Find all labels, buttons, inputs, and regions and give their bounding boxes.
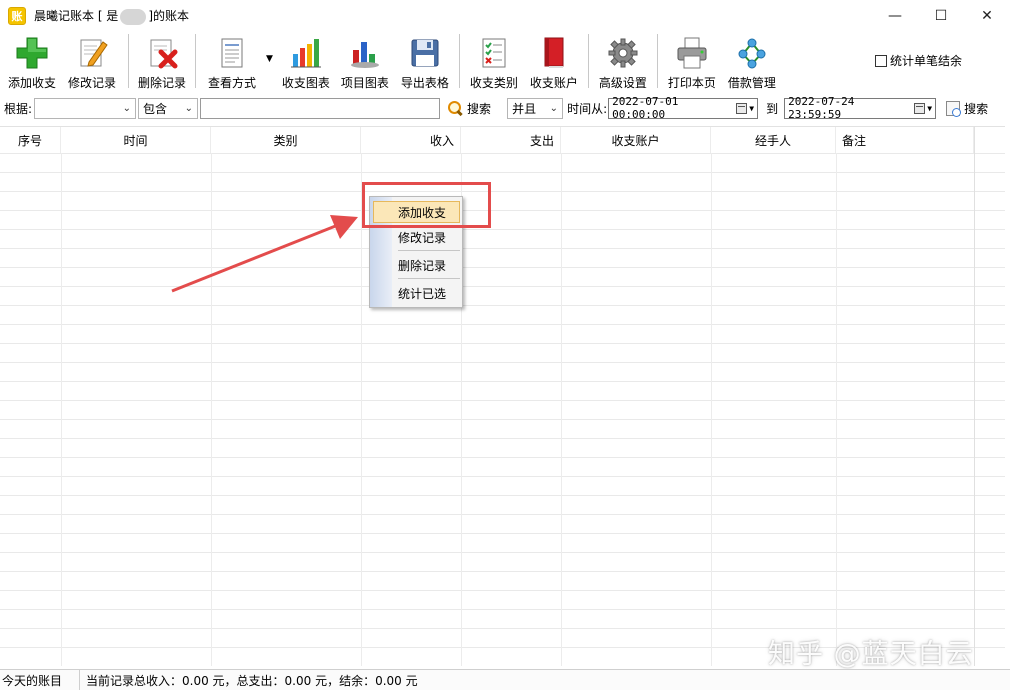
time-to-picker[interactable]: 2022-07-24 23:59:59 ▼ bbox=[784, 95, 937, 121]
category-button[interactable]: 收支类别 bbox=[464, 32, 524, 90]
add-plus-icon bbox=[14, 36, 50, 70]
date-search-button[interactable]: 搜索 bbox=[946, 100, 988, 117]
column-header-income[interactable]: 收入 bbox=[361, 127, 461, 153]
view-mode-button[interactable]: 查看方式 bbox=[200, 32, 264, 90]
to-label: 到 bbox=[766, 101, 779, 116]
column-header-account[interactable]: 收支账户 bbox=[561, 127, 711, 153]
column-header-time[interactable]: 时间 bbox=[61, 127, 211, 153]
view-document-icon bbox=[214, 36, 250, 70]
loan-management-button[interactable]: 借款管理 bbox=[722, 32, 782, 90]
view-mode-dropdown-arrow-icon[interactable]: ▼ bbox=[266, 54, 273, 64]
grid-column-divider bbox=[561, 153, 562, 666]
window-controls: — ☐ ✕ bbox=[872, 0, 1010, 32]
keyword-input[interactable] bbox=[200, 97, 441, 119]
column-header-index[interactable]: 序号 bbox=[0, 127, 61, 153]
search-icon bbox=[448, 101, 462, 115]
printer-icon bbox=[674, 36, 710, 70]
document-search-icon bbox=[946, 100, 962, 117]
edit-record-button[interactable]: 修改记录 bbox=[60, 32, 124, 90]
project-chart-icon bbox=[347, 36, 383, 70]
calendar-icon bbox=[736, 102, 748, 114]
category-list-icon bbox=[476, 36, 512, 70]
search-button[interactable]: 搜索 bbox=[448, 100, 491, 117]
chevron-down-icon: ⌄ bbox=[549, 102, 559, 114]
export-table-button[interactable]: 导出表格 bbox=[395, 32, 455, 90]
maximize-button[interactable]: ☐ bbox=[918, 0, 964, 32]
toolbar-separator bbox=[195, 34, 196, 88]
column-header-expense[interactable]: 支出 bbox=[461, 127, 561, 153]
status-bar: 今天的账目 当前记录总收入：0.00 元，总支出：0.00 元，结余：0.00 … bbox=[0, 669, 1010, 690]
stat-single-label: 统计单笔结余 bbox=[889, 54, 962, 68]
grid-column-divider bbox=[711, 153, 712, 666]
column-header-handler[interactable]: 经手人 bbox=[711, 127, 836, 153]
grid-header: 序号 时间 类别 收入 支出 收支账户 经手人 备注 bbox=[0, 127, 1005, 153]
delete-x-icon bbox=[144, 36, 180, 70]
basis-label: 根据: bbox=[4, 101, 33, 116]
stat-single-checkbox[interactable] bbox=[874, 54, 887, 67]
minimize-button[interactable]: — bbox=[872, 0, 918, 32]
watermark: 知乎 @蓝天白云 bbox=[768, 639, 974, 670]
print-page-button[interactable]: 打印本页 bbox=[662, 32, 722, 90]
export-table-icon bbox=[407, 36, 443, 70]
app-logo-icon: 账 bbox=[8, 7, 26, 25]
close-button[interactable]: ✕ bbox=[964, 0, 1010, 32]
delete-record-button[interactable]: 删除记录 bbox=[133, 32, 191, 90]
account-button[interactable]: 收支账户 bbox=[524, 32, 584, 90]
add-record-button[interactable]: 添加收支 bbox=[4, 32, 60, 90]
toolbar-separator bbox=[656, 34, 658, 88]
calendar-icon bbox=[914, 102, 926, 114]
dropdown-arrow-icon: ▼ bbox=[749, 103, 755, 113]
time-from-label: 时间从: bbox=[567, 101, 608, 116]
status-summary: 当前记录总收入：0.00 元，总支出：0.00 元，结余：0.00 元 bbox=[86, 673, 418, 688]
status-today: 今天的账目 bbox=[0, 669, 80, 690]
bar-chart-icon bbox=[288, 36, 324, 70]
chevron-down-icon: ⌄ bbox=[184, 102, 194, 114]
menu-item-delete-record[interactable]: 删除记录 bbox=[398, 257, 446, 274]
income-chart-button[interactable]: 收支图表 bbox=[277, 32, 335, 90]
toolbar-separator bbox=[128, 34, 129, 88]
logic-select[interactable]: 并且 ⌄ bbox=[507, 97, 564, 119]
annotation-arrow-icon bbox=[171, 215, 358, 293]
stat-single-toggle[interactable]: 统计单笔结余 bbox=[874, 52, 962, 69]
loan-network-icon bbox=[734, 36, 770, 70]
toolbar-separator bbox=[458, 34, 460, 88]
menu-item-edit-record[interactable]: 修改记录 bbox=[398, 229, 446, 246]
grid-column-divider bbox=[61, 153, 62, 666]
dropdown-arrow-icon: ▼ bbox=[927, 103, 933, 113]
window-title: 晨曦记账本 [ 是]的账本 bbox=[34, 8, 189, 25]
title-bar: 账 晨曦记账本 [ 是]的账本 — ☐ ✕ bbox=[0, 0, 1010, 32]
toolbar-separator bbox=[587, 34, 589, 88]
filter-bar: 根据: ⌄ 包含 ⌄ 搜索 并且 ⌄ 时间从: 2022-07-01 00:00:0… bbox=[0, 95, 1010, 121]
toolbar: 添加收支 修改记录 删除记录 查看方式 ▼ 收支图表 项目图表 导出表格 收支类… bbox=[0, 32, 1010, 94]
chevron-down-icon: ⌄ bbox=[122, 102, 132, 114]
records-grid[interactable]: 序号 时间 类别 收入 支出 收支账户 经手人 备注 bbox=[0, 126, 1005, 666]
grid-empty-rows bbox=[0, 153, 1005, 666]
basis-select[interactable]: ⌄ bbox=[34, 97, 137, 119]
redacted-name bbox=[120, 8, 147, 25]
edit-pencil-icon bbox=[74, 36, 110, 70]
grid-column-divider bbox=[836, 153, 837, 666]
project-chart-button[interactable]: 项目图表 bbox=[335, 32, 395, 90]
menu-separator bbox=[398, 278, 460, 279]
account-book-icon bbox=[536, 36, 572, 70]
annotation-highlight-box bbox=[362, 182, 491, 228]
gear-icon bbox=[605, 36, 641, 70]
grid-right-edge bbox=[974, 126, 975, 666]
menu-separator bbox=[398, 250, 460, 251]
advanced-settings-button[interactable]: 高级设置 bbox=[593, 32, 653, 90]
time-from-picker[interactable]: 2022-07-01 00:00:00 ▼ bbox=[608, 95, 759, 121]
column-header-note[interactable]: 备注 bbox=[836, 127, 974, 153]
match-select[interactable]: 包含 ⌄ bbox=[138, 97, 199, 119]
menu-item-stat-selected[interactable]: 统计已选 bbox=[398, 285, 446, 302]
column-header-category[interactable]: 类别 bbox=[211, 127, 361, 153]
